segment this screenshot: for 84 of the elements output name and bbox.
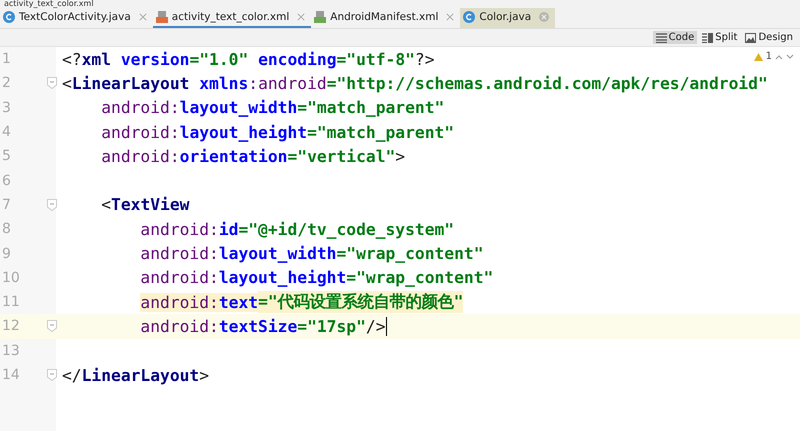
- code-token: <: [101, 195, 112, 214]
- window-title: activity_text_color.xml: [4, 0, 94, 8]
- code-token: >: [199, 366, 210, 384]
- class-icon: [463, 11, 476, 23]
- code-token: android:: [140, 244, 219, 264]
- code-token: LinearLayout: [82, 366, 200, 384]
- code-token: </: [62, 366, 82, 384]
- code-token: layout_width: [218, 244, 336, 264]
- editor-tab[interactable]: Color.java: [460, 8, 556, 28]
- line-number: 10: [1, 270, 21, 286]
- code-token: ="@+id/tv_code_system": [238, 220, 454, 239]
- line-number: 2: [1, 75, 12, 92]
- code-token: layout_width: [180, 98, 298, 118]
- chevron-up-icon[interactable]: [775, 54, 783, 60]
- code-token: ="utf-8": [336, 50, 415, 69]
- split-icon: [702, 32, 714, 42]
- code-token: layout_height: [218, 268, 346, 288]
- close-icon[interactable]: [138, 13, 147, 21]
- text-caret: [386, 316, 387, 336]
- code-token: :android: [248, 74, 327, 93]
- fold-icon[interactable]: [47, 320, 57, 332]
- class-icon: [3, 11, 15, 23]
- code-token: >: [395, 146, 406, 166]
- code-token: ="wrap_content": [336, 244, 484, 264]
- code-token: android:: [140, 316, 219, 336]
- code-token: TextView: [111, 195, 190, 214]
- code-token: android:: [140, 292, 219, 312]
- code-token: encoding: [258, 50, 336, 69]
- code-token: ?>: [414, 50, 435, 69]
- code-token: ="1.0": [189, 50, 250, 69]
- line-number: 3: [1, 100, 12, 116]
- view-mode-button[interactable]: Split: [699, 31, 740, 44]
- code-token: ="match_parent": [297, 98, 444, 118]
- code-token: ="vertical": [287, 146, 396, 166]
- line-number: 14: [1, 367, 21, 383]
- code-token: <: [62, 74, 72, 93]
- lines-icon: [656, 32, 667, 42]
- line-number: 9: [1, 246, 12, 262]
- code-token: android:: [101, 98, 180, 118]
- code-token: xml: [82, 50, 112, 69]
- image-icon: [745, 32, 756, 42]
- warning-icon: [754, 52, 763, 60]
- warning-count: 1: [766, 51, 772, 62]
- editor-tab[interactable]: TextColorActivity.java: [0, 8, 153, 28]
- line-number: 8: [1, 221, 12, 238]
- file-icon: [156, 11, 168, 23]
- line-number: 4: [1, 124, 12, 140]
- line-number: 6: [1, 172, 12, 189]
- code-token: android:: [140, 268, 219, 288]
- fold-icon[interactable]: [47, 198, 57, 211]
- line-number: 12: [1, 318, 21, 334]
- line-number: 1: [1, 51, 12, 68]
- file-icon: [314, 11, 326, 23]
- code-token: id: [218, 220, 238, 239]
- code-token: />: [366, 316, 386, 336]
- code-token: textSize: [218, 316, 298, 336]
- close-icon[interactable]: [539, 12, 550, 22]
- view-mode-button[interactable]: Design: [742, 31, 796, 44]
- code-token: android:: [101, 122, 180, 142]
- fold-icon[interactable]: [47, 77, 57, 90]
- fold-icon[interactable]: [47, 369, 57, 381]
- line-number: 13: [1, 342, 21, 359]
- code-token: layout_height: [180, 122, 308, 142]
- chevron-down-icon[interactable]: [786, 54, 794, 60]
- code-token: <?: [62, 50, 82, 69]
- code-token: ="代码设置系统自带的颜色": [258, 291, 464, 314]
- close-icon[interactable]: [297, 13, 306, 21]
- code-token: text: [218, 292, 258, 312]
- code-token: ="match_parent": [307, 122, 454, 142]
- line-number: 7: [1, 196, 12, 213]
- code-token: ="17sp": [297, 316, 366, 336]
- line-number: 5: [1, 148, 12, 164]
- code-token: LinearLayout: [72, 74, 190, 93]
- code-token: version: [120, 50, 190, 69]
- line-number: 11: [1, 294, 21, 310]
- code-token: orientation: [180, 146, 288, 166]
- editor-tab[interactable]: AndroidManifest.xml: [311, 8, 460, 28]
- code-token: android:: [140, 220, 219, 239]
- code-token: ="wrap_content": [346, 268, 494, 288]
- close-icon[interactable]: [446, 13, 454, 21]
- code-token: ="http://schemas.android.com/apk/res/android": [326, 74, 768, 93]
- code-token: xmlns: [199, 74, 248, 93]
- view-mode-button[interactable]: Code: [652, 31, 698, 44]
- code-token: android:: [101, 146, 180, 166]
